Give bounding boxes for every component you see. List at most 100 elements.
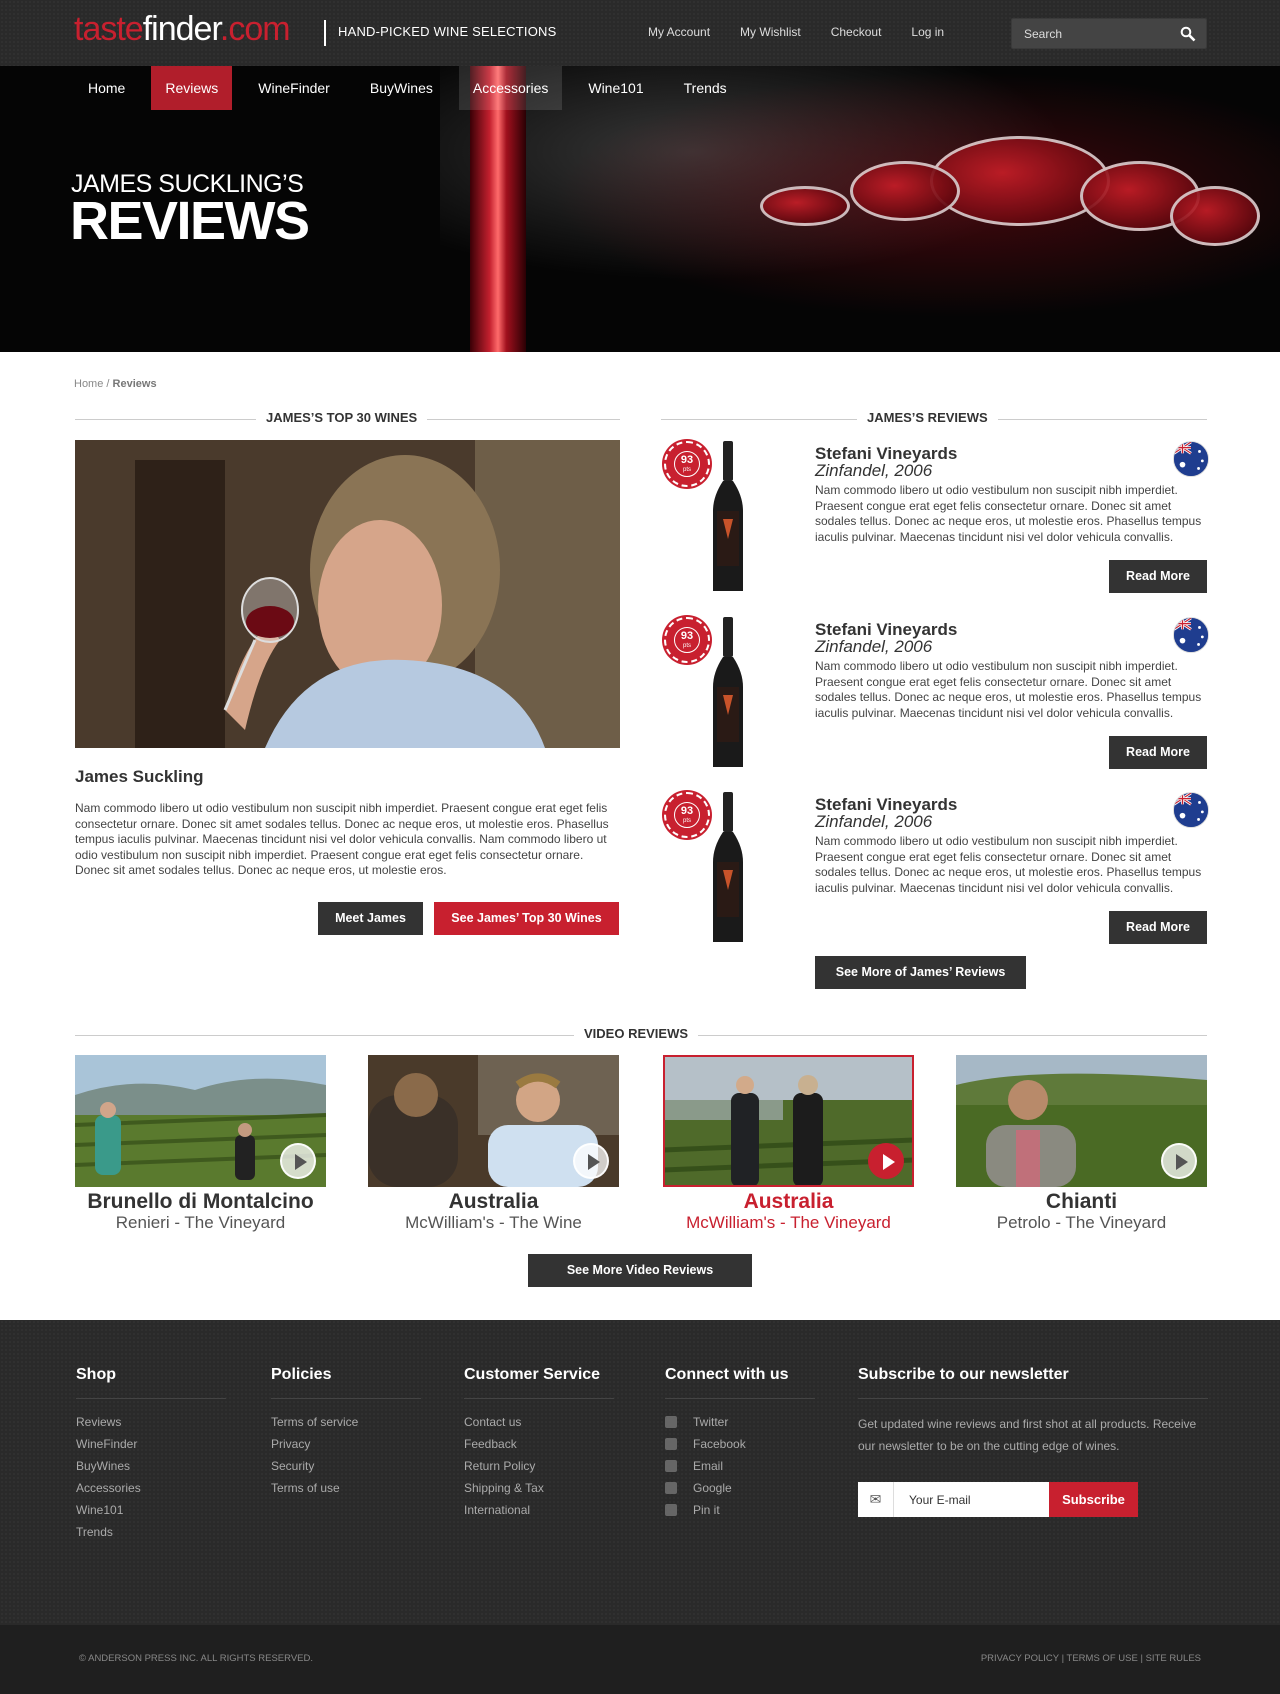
breadcrumb-separator: /	[106, 378, 110, 390]
video-card[interactable]: Brunello di Montalcino Renieri - The Vin…	[75, 1055, 326, 1232]
newsletter-title: Subscribe to our newsletter	[858, 1366, 1208, 1399]
footer-link[interactable]: Terms of use	[271, 1477, 421, 1499]
wine-bottle-image	[713, 792, 743, 942]
pinterest-link[interactable]: Pin it	[665, 1499, 815, 1521]
footer-link[interactable]: Trends	[76, 1521, 226, 1543]
video-card[interactable]: Australia McWilliam's - The Wine	[368, 1055, 619, 1232]
breadcrumb: Home / Reviews	[74, 378, 157, 390]
video-thumbnail[interactable]	[956, 1055, 1207, 1187]
top-30-wines-button[interactable]: See James’ Top 30 Wines	[434, 902, 619, 935]
breadcrumb-home[interactable]: Home	[74, 378, 103, 390]
google-link[interactable]: Google	[665, 1477, 815, 1499]
account-links: My Account My Wishlist Checkout Log in	[648, 25, 974, 39]
footer-link[interactable]: Shipping & Tax	[464, 1477, 614, 1499]
site-logo[interactable]: tastefinder.com	[74, 10, 291, 49]
nav-home[interactable]: Home	[74, 66, 139, 110]
more-reviews-button[interactable]: See More of James’ Reviews	[815, 956, 1026, 989]
play-icon[interactable]	[1161, 1143, 1197, 1179]
checkout-link[interactable]: Checkout	[831, 25, 882, 39]
top-wines-heading: JAMES’S TOP 30 WINES	[75, 410, 620, 426]
footer-link[interactable]: Feedback	[464, 1433, 614, 1455]
login-link[interactable]: Log in	[911, 25, 944, 39]
footer-link[interactable]: Privacy	[271, 1433, 421, 1455]
review-text: Nam commodo libero ut odio vestibulum no…	[815, 659, 1202, 720]
footer-connect-title: Connect with us	[665, 1366, 815, 1399]
search-icon[interactable]	[1180, 26, 1196, 42]
footer-link[interactable]: International	[464, 1499, 614, 1521]
play-icon[interactable]	[868, 1143, 904, 1179]
footer-link[interactable]: Reviews	[76, 1411, 226, 1433]
australia-flag-icon	[1173, 792, 1209, 828]
site-rules-link[interactable]: SITE RULES	[1146, 1653, 1201, 1664]
read-more-button[interactable]: Read More	[1109, 560, 1207, 593]
tagline: HAND-PICKED WINE SELECTIONS	[338, 24, 557, 39]
nav-trends[interactable]: Trends	[670, 66, 741, 110]
footer-link[interactable]: Wine101	[76, 1499, 226, 1521]
play-icon[interactable]	[280, 1143, 316, 1179]
search-box	[1011, 18, 1207, 49]
nav-buywines[interactable]: BuyWines	[356, 66, 447, 110]
twitter-link[interactable]: Twitter	[665, 1411, 815, 1433]
email-icon	[665, 1460, 677, 1472]
newsletter-email-input[interactable]	[895, 1482, 1045, 1517]
newsletter-text: Get updated wine reviews and first shot …	[858, 1417, 1197, 1453]
my-account-link[interactable]: My Account	[648, 25, 710, 39]
subscribe-button[interactable]: Subscribe	[1049, 1482, 1138, 1517]
footer-link[interactable]: Terms of service	[271, 1411, 421, 1433]
video-card-selected[interactable]: Australia McWilliam's - The Vineyard	[663, 1055, 914, 1232]
reviewer-bio: Nam commodo libero ut odio vestibulum no…	[75, 801, 609, 877]
page: tastefinder.com HAND-PICKED WINE SELECTI…	[0, 0, 1280, 1694]
hero-banner: Home Reviews WineFinder BuyWines Accesso…	[0, 66, 1280, 352]
facebook-icon	[665, 1438, 677, 1450]
video-subtitle: Petrolo - The Vineyard	[996, 1213, 1167, 1232]
nav-winefinder[interactable]: WineFinder	[244, 66, 344, 110]
pinterest-icon	[665, 1504, 677, 1516]
video-thumbnail[interactable]	[368, 1055, 619, 1187]
review-wine: Zinfandel, 2006	[815, 461, 933, 480]
footer-policies-title: Policies	[271, 1366, 421, 1399]
video-subtitle: McWilliam's - The Vineyard	[686, 1213, 891, 1232]
privacy-policy-link[interactable]: PRIVACY POLICY	[981, 1653, 1059, 1664]
footer-policies: Policies Terms of service Privacy Securi…	[271, 1366, 421, 1499]
score-badge: 93 pts	[664, 617, 710, 663]
google-icon	[665, 1482, 677, 1494]
footer-link[interactable]: BuyWines	[76, 1455, 226, 1477]
footer-link[interactable]: Security	[271, 1455, 421, 1477]
meet-james-button[interactable]: Meet James	[318, 902, 423, 935]
reviewer-name: James Suckling	[75, 767, 204, 786]
footer-service-title: Customer Service	[464, 1366, 614, 1399]
australia-flag-icon	[1173, 617, 1209, 653]
my-wishlist-link[interactable]: My Wishlist	[740, 25, 801, 39]
footer-shop-title: Shop	[76, 1366, 226, 1399]
hero-title: REVIEWS	[70, 191, 310, 251]
read-more-button[interactable]: Read More	[1109, 736, 1207, 769]
footer-link[interactable]: WineFinder	[76, 1433, 226, 1455]
footer-link[interactable]: Contact us	[464, 1411, 614, 1433]
wine-bottle-image	[713, 617, 743, 767]
nav-wine101[interactable]: Wine101	[574, 66, 657, 110]
review-item: 93 pts Stefani Vineyards Zinfandel, 2006 …	[661, 441, 1209, 609]
search-input[interactable]	[1012, 19, 1172, 48]
footer-link[interactable]: Accessories	[76, 1477, 226, 1499]
read-more-button[interactable]: Read More	[1109, 911, 1207, 944]
review-text: Nam commodo libero ut odio vestibulum no…	[815, 834, 1202, 895]
video-card[interactable]: Chianti Petrolo - The Vineyard	[956, 1055, 1207, 1232]
more-video-reviews-button[interactable]: See More Video Reviews	[528, 1254, 752, 1287]
play-icon[interactable]	[573, 1143, 609, 1179]
review-item: 93 pts Stefani Vineyards Zinfandel, 2006 …	[661, 792, 1209, 960]
nav-accessories[interactable]: Accessories	[458, 66, 563, 110]
newsletter-section: Subscribe to our newsletter Get updated …	[858, 1366, 1208, 1457]
nav-reviews[interactable]: Reviews	[151, 66, 233, 110]
email-link[interactable]: Email	[665, 1455, 815, 1477]
video-thumbnail[interactable]	[75, 1055, 326, 1187]
facebook-link[interactable]: Facebook	[665, 1433, 815, 1455]
video-subtitle: McWilliam's - The Wine	[405, 1213, 582, 1232]
terms-of-use-link[interactable]: TERMS OF USE	[1067, 1653, 1138, 1664]
footer-link[interactable]: Return Policy	[464, 1455, 614, 1477]
wine-bottle-image	[713, 441, 743, 591]
video-thumbnail[interactable]	[663, 1055, 914, 1187]
hero-bubble	[1170, 186, 1260, 246]
reviews-heading: JAMES’S REVIEWS	[661, 410, 1207, 426]
main-nav: Home Reviews WineFinder BuyWines Accesso…	[74, 66, 753, 110]
video-title: Australia	[743, 1190, 834, 1213]
